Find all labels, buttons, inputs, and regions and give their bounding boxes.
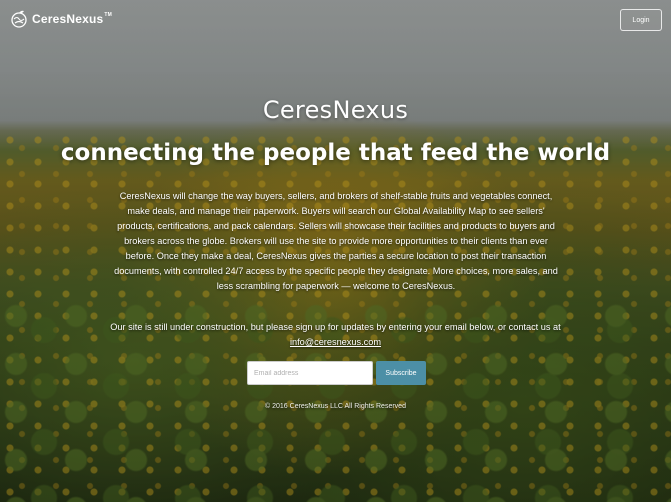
logo-text: CeresNexusTM xyxy=(32,12,112,26)
site-logo[interactable]: CeresNexusTM xyxy=(10,10,112,28)
site-description: CeresNexus will change the way buyers, s… xyxy=(114,191,558,291)
login-button[interactable]: Login xyxy=(620,9,662,31)
subscribe-button[interactable]: Subscribe xyxy=(376,361,426,385)
brand-title: CeresNexus xyxy=(262,96,409,124)
tagline: connecting the people that feed the worl… xyxy=(60,140,611,166)
landing-page: CeresNexusTM Login CeresNexus connecting… xyxy=(0,0,671,502)
signup-form: Subscribe xyxy=(247,361,426,385)
globe-leaf-icon xyxy=(10,10,28,28)
logo-trademark: TM xyxy=(104,12,112,18)
copyright-text: © 2016 CeresNexus LLC All Rights Reserve… xyxy=(265,403,406,410)
signup-note: Our site is still under construction, bu… xyxy=(105,320,566,350)
email-input[interactable] xyxy=(247,361,373,385)
signup-note-text: Our site is still under construction, bu… xyxy=(110,322,561,332)
contact-email-link[interactable]: info@ceresnexus.com xyxy=(290,337,381,347)
